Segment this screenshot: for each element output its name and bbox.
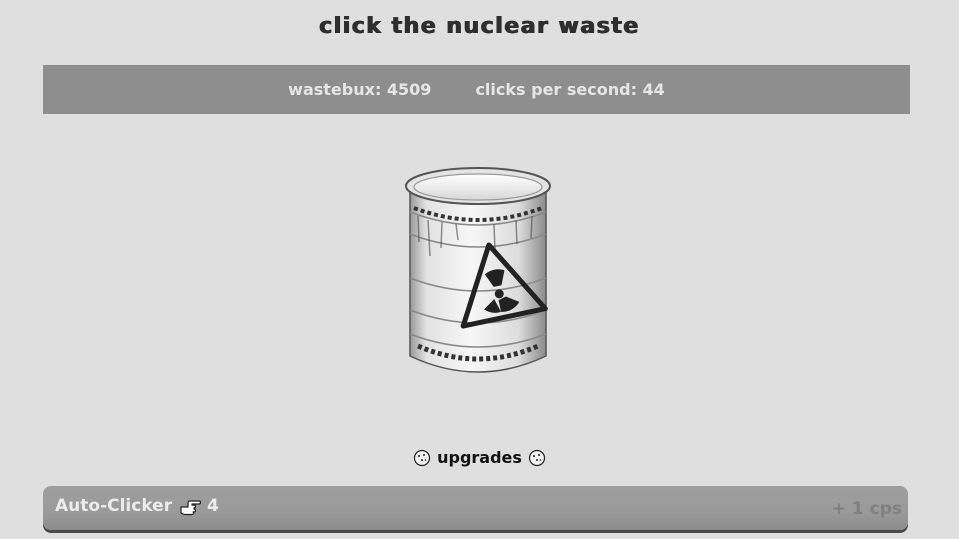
cookie-icon xyxy=(413,449,431,467)
wastebux-counter: wastebux: 4509 xyxy=(288,80,432,99)
upgrade-auto-clicker-button[interactable]: Auto-Clicker 4 + 1 cps xyxy=(43,486,908,530)
upgrades-heading-label: upgrades xyxy=(437,448,522,467)
stats-bar: wastebux: 4509 clicks per second: 44 xyxy=(43,65,910,114)
game-page: click the nuclear waste wastebux: 4509 c… xyxy=(0,0,959,539)
nuclear-waste-barrel-button[interactable] xyxy=(398,160,558,386)
upgrade-rate: + 1 cps xyxy=(831,499,902,519)
nuclear-waste-barrel-icon xyxy=(405,167,551,373)
clicks-per-second-counter: clicks per second: 44 xyxy=(475,80,665,99)
page-title: click the nuclear waste xyxy=(319,14,640,39)
upgrade-name: Auto-Clicker xyxy=(55,496,173,516)
pointing-hand-icon xyxy=(179,498,202,516)
upgrades-heading: upgrades xyxy=(0,448,959,467)
cookie-icon xyxy=(528,449,546,467)
upgrade-count: 4 xyxy=(207,496,219,516)
